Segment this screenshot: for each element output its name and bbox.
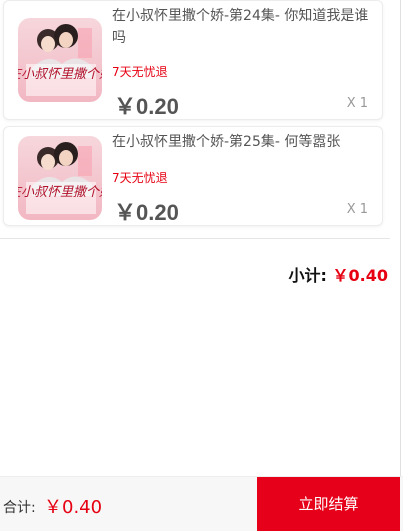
subtotal-label: 小计: bbox=[288, 266, 327, 285]
item-price: ￥0.20 bbox=[114, 94, 179, 119]
cover-art-icon: 在小叔怀里撒个娇 bbox=[18, 18, 102, 102]
item-title[interactable]: 在小叔怀里撒个娇-第25集- 何等嚣张 bbox=[112, 131, 374, 153]
cart-item[interactable]: 在小叔怀里撒个娇 在小叔怀里撒个娇-第24集- 你知道我是谁吗 7天无忧退 ￥0… bbox=[3, 0, 383, 120]
subtotal-amount: ￥0.40 bbox=[332, 266, 388, 285]
return-policy-tag: 7天无忧退 bbox=[112, 65, 168, 79]
cover-art-icon: 在小叔怀里撒个娇 bbox=[18, 136, 102, 220]
item-quantity: X 1 bbox=[346, 202, 368, 217]
cart-item[interactable]: 在小叔怀里撒个娇 在小叔怀里撒个娇-第25集- 何等嚣张 7天无忧退 ￥0.20… bbox=[3, 126, 383, 226]
return-policy-tag: 7天无忧退 bbox=[112, 171, 168, 185]
subtotal: 小计: ￥0.40 bbox=[289, 262, 388, 286]
episode-cover-image[interactable]: 在小叔怀里撒个娇 bbox=[18, 136, 102, 220]
scrollbar bbox=[400, 0, 401, 476]
cover-title-text: 在小叔怀里撒个娇 bbox=[18, 185, 102, 200]
checkout-button[interactable]: 立即结算 bbox=[257, 477, 400, 531]
cover-title-text: 在小叔怀里撒个娇 bbox=[18, 67, 102, 82]
episode-cover-image[interactable]: 在小叔怀里撒个娇 bbox=[18, 18, 102, 102]
item-title[interactable]: 在小叔怀里撒个娇-第24集- 你知道我是谁吗 bbox=[112, 5, 374, 49]
total-label: 合计: bbox=[3, 500, 36, 516]
total-amount: ￥0.40 bbox=[44, 497, 103, 518]
divider bbox=[0, 238, 390, 239]
checkout-bar: 合计: ￥0.40 立即结算 bbox=[0, 476, 403, 531]
item-price: ￥0.20 bbox=[114, 200, 179, 225]
item-quantity: X 1 bbox=[346, 96, 368, 111]
